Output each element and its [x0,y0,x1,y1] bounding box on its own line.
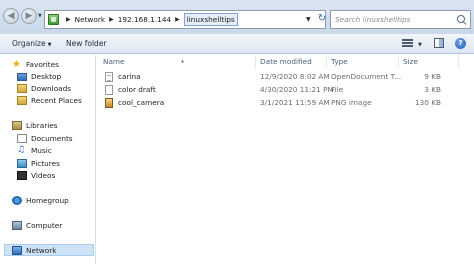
view-options-dropdown[interactable]: ▼ [418,42,422,48]
computer-icon [12,221,22,230]
homegroup-icon [12,196,22,205]
organize-label: Organize [12,39,46,48]
nav-label: Favorites [26,60,59,69]
nav-label: Documents [31,134,73,143]
column-header-name[interactable]: Name ▲ [99,55,256,69]
file-date: 4/30/2020 11:21 PM [260,85,334,94]
recent-pages-dropdown[interactable]: ▼ [38,13,42,19]
file-type: PNG image [331,98,372,107]
document-icon [105,72,113,82]
nav-videos[interactable]: Videos [17,171,55,180]
network-location-icon [48,14,59,25]
nav-computer[interactable]: Computer [12,221,62,230]
address-dropdown-icon[interactable]: ▼ [306,16,311,23]
address-bar: ◀ ▶ ▼ ▶ Network ▶ 192.168.1.144 ▶ linuxs… [0,0,474,34]
new-folder-button[interactable]: New folder [66,39,107,48]
forward-button[interactable]: ▶ [21,8,37,24]
downloads-folder-icon [17,84,27,93]
chevron-right-icon[interactable]: ▶ [109,16,114,23]
file-size: 9 KB [424,72,441,81]
image-icon [105,98,113,108]
back-button[interactable]: ◀ [3,8,19,24]
music-icon: ♫ [17,145,26,155]
nav-homegroup[interactable]: Homegroup [12,196,69,205]
breadcrumb-network[interactable]: Network [75,15,105,24]
file-name: carina [118,72,141,81]
pictures-icon [17,159,27,168]
preview-pane-icon[interactable] [434,38,444,48]
file-list: Name ▲ Date modified Type Size carina 12… [96,55,474,264]
file-row[interactable]: color draft 4/30/2020 11:21 PM File 3 KB [96,84,474,96]
desktop-icon [17,72,27,81]
nav-label: Homegroup [26,196,69,205]
documents-icon [17,134,27,143]
search-icon[interactable] [457,15,466,24]
search-input[interactable]: Search linuxshelltips [330,10,471,29]
nav-recent-places[interactable]: Recent Places [17,96,82,105]
breadcrumb[interactable]: ▶ Network ▶ 192.168.1.144 ▶ linuxshellti… [44,10,326,29]
column-label: Name [103,57,125,66]
file-name: cool_camera [118,98,165,107]
chevron-down-icon: ▼ [47,42,52,48]
organize-button[interactable]: Organize ▼ [12,39,51,48]
nav-label: Libraries [26,121,58,130]
change-view-icon[interactable] [402,38,413,48]
help-icon[interactable]: ? [455,38,466,49]
nav-music[interactable]: ♫ Music [17,145,52,156]
column-header-date[interactable]: Date modified [256,55,327,69]
nav-label: Videos [31,171,56,180]
column-header-size[interactable]: Size [399,55,459,69]
nav-label: Pictures [31,159,60,168]
file-size: 130 KB [414,98,441,107]
nav-downloads[interactable]: Downloads [17,84,71,93]
file-type: OpenDocument T... [331,72,402,81]
nav-label: Desktop [31,72,62,81]
sort-arrow-icon: ▲ [181,58,185,63]
nav-label: Computer [26,221,63,230]
refresh-icon[interactable]: ↻ [315,11,329,28]
navigation-pane: ★ Favorites Desktop Downloads Recent Pla… [0,55,96,264]
nav-label: Network [26,245,57,255]
file-row[interactable]: carina 12/9/2020 8:02 AM OpenDocument T.… [96,71,474,83]
nav-network[interactable]: Network [4,244,94,256]
recent-places-icon [17,96,27,105]
file-type: File [331,85,344,94]
nav-documents[interactable]: Documents [17,134,73,143]
file-icon [105,85,113,95]
command-bar: Organize ▼ New folder ▼ ? [0,34,474,54]
chevron-right-icon[interactable]: ▶ [66,16,71,23]
breadcrumb-ip[interactable]: 192.168.1.144 [118,15,171,24]
nav-pictures[interactable]: Pictures [17,159,60,168]
star-icon: ★ [12,59,21,70]
search-placeholder: Search linuxshelltips [335,15,411,24]
file-size: 3 KB [424,85,441,94]
network-icon [12,245,22,255]
nav-libraries[interactable]: Libraries [12,121,58,130]
column-header-type[interactable]: Type [327,55,399,69]
file-name: color draft [118,85,156,94]
nav-label: Recent Places [31,96,82,105]
videos-icon [17,171,27,180]
file-row[interactable]: cool_camera 3/1/2021 11:59 AM PNG image … [96,97,474,109]
nav-label: Downloads [31,84,72,93]
nav-desktop[interactable]: Desktop [17,72,61,81]
chevron-right-icon[interactable]: ▶ [175,16,180,23]
file-date: 12/9/2020 8:02 AM [260,72,330,81]
nav-label: Music [31,146,52,155]
file-date: 3/1/2021 11:59 AM [260,98,330,107]
libraries-icon [12,121,22,130]
breadcrumb-current-folder[interactable]: linuxshelltips [183,13,238,26]
nav-favorites[interactable]: ★ Favorites [12,59,59,70]
